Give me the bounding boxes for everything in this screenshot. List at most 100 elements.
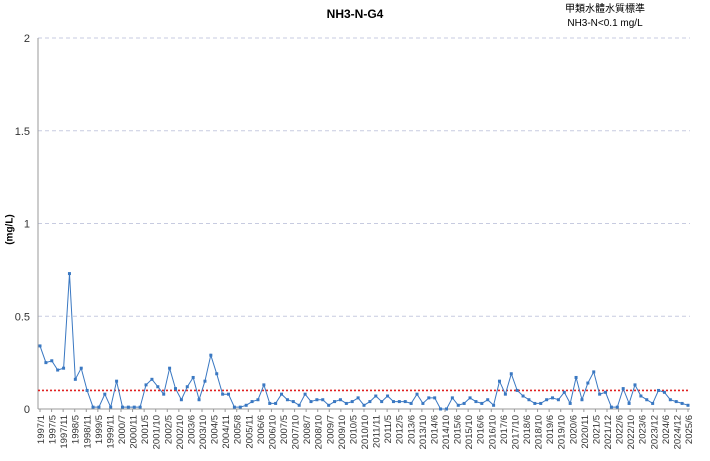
x-tick-label: 2007/10	[291, 415, 302, 449]
x-tick-label: 2019/6	[545, 415, 556, 444]
data-point	[227, 392, 231, 396]
x-tick-label: 2011/5	[383, 415, 394, 443]
data-point	[598, 392, 602, 396]
data-point	[586, 381, 590, 385]
x-tick-label: 2007/5	[279, 415, 290, 444]
data-point	[221, 392, 225, 396]
data-point	[621, 387, 625, 391]
data-point	[321, 398, 325, 402]
series-line	[39, 273, 689, 410]
x-tick-label: 2001/10	[152, 415, 163, 449]
data-point	[403, 400, 407, 404]
data-point	[179, 398, 183, 402]
data-point	[568, 401, 572, 405]
x-tick-label: 2013/10	[418, 415, 429, 449]
x-tick-label: 2024/6	[661, 415, 672, 444]
data-point	[103, 392, 107, 396]
y-tick-label: 1.5	[15, 126, 30, 138]
x-tick-label: 2008/7	[302, 415, 313, 444]
data-point	[433, 396, 437, 400]
data-point	[315, 398, 319, 402]
x-tick-label: 2001/5	[140, 415, 151, 444]
data-point	[79, 366, 83, 370]
data-point	[356, 396, 360, 400]
data-point	[386, 394, 390, 398]
x-tick-label: 1997/11	[59, 415, 70, 449]
data-point	[291, 400, 295, 404]
data-point	[344, 401, 348, 405]
data-point	[309, 400, 313, 404]
data-point	[274, 401, 278, 405]
data-point	[645, 398, 649, 402]
data-point	[551, 396, 555, 400]
x-tick-label: 2003/6	[186, 415, 197, 444]
x-tick-label: 2016/6	[476, 415, 487, 444]
data-point	[456, 403, 460, 407]
x-tick-label: 2022/10	[626, 415, 637, 449]
data-point	[327, 403, 331, 407]
x-tick-label: 1998/5	[71, 415, 82, 444]
x-tick-label: 2002/10	[175, 415, 186, 449]
data-point	[215, 372, 219, 376]
x-tick-label: 2017/10	[510, 415, 521, 449]
x-tick-label: 2009/10	[337, 415, 348, 449]
x-tick-label: 2000/11	[129, 415, 140, 449]
data-point	[280, 392, 284, 396]
data-point	[421, 401, 425, 405]
data-point	[285, 398, 289, 402]
data-point	[162, 392, 166, 396]
data-point	[651, 401, 655, 405]
x-tick-label: 2013/6	[406, 415, 417, 444]
x-tick-label: 2008/10	[314, 415, 325, 449]
x-tick-label: 2004/5	[210, 415, 221, 444]
x-tick-label: 2003/10	[198, 415, 209, 449]
data-point	[350, 400, 354, 404]
x-tick-label: 2002/5	[163, 415, 174, 444]
x-tick-label: 2022/6	[615, 415, 626, 444]
data-point	[333, 400, 337, 404]
gridlines	[38, 37, 690, 317]
data-point	[680, 401, 684, 405]
data-point	[85, 388, 89, 392]
data-point	[609, 405, 613, 409]
x-tick-label: 1997/1	[36, 415, 47, 444]
data-point	[126, 405, 130, 409]
x-tick-label: 2023/6	[638, 415, 649, 444]
data-point	[462, 401, 466, 405]
data-point	[521, 394, 525, 398]
data-point	[144, 383, 148, 387]
data-point	[492, 403, 496, 407]
data-point	[533, 401, 537, 405]
data-point	[657, 388, 661, 392]
y-tick-label: 1	[24, 219, 30, 231]
x-tick-label: 2018/10	[534, 415, 545, 449]
data-point	[668, 398, 672, 402]
x-tick-label: 2004/11	[221, 415, 232, 449]
data-point	[527, 398, 531, 402]
data-point	[391, 400, 395, 404]
x-tick-label: 2012/5	[395, 415, 406, 444]
data-point	[44, 361, 48, 365]
data-point	[486, 398, 490, 402]
y-tick-label: 0	[24, 404, 30, 416]
data-point	[368, 400, 372, 404]
data-point	[409, 401, 413, 405]
data-point	[639, 394, 643, 398]
data-point	[468, 396, 472, 400]
data-point	[503, 392, 507, 396]
data-point	[262, 383, 266, 387]
data-point	[474, 400, 478, 404]
data-point	[415, 392, 419, 396]
data-point	[173, 387, 177, 391]
x-axis-ticks: 1997/1 1997/5 1997/11 1998/5 1998/11 1999/5 19…	[36, 409, 695, 449]
y-tick-label: 0.5	[15, 311, 30, 323]
data-point	[480, 401, 484, 405]
x-tick-label: 2014/6	[429, 415, 440, 444]
data-point	[338, 398, 342, 402]
data-point	[427, 396, 431, 400]
data-point	[556, 398, 560, 402]
x-tick-label: 1997/5	[48, 415, 59, 444]
data-point	[67, 272, 71, 276]
x-tick-label: 2018/6	[522, 415, 533, 444]
data-point	[515, 388, 519, 392]
